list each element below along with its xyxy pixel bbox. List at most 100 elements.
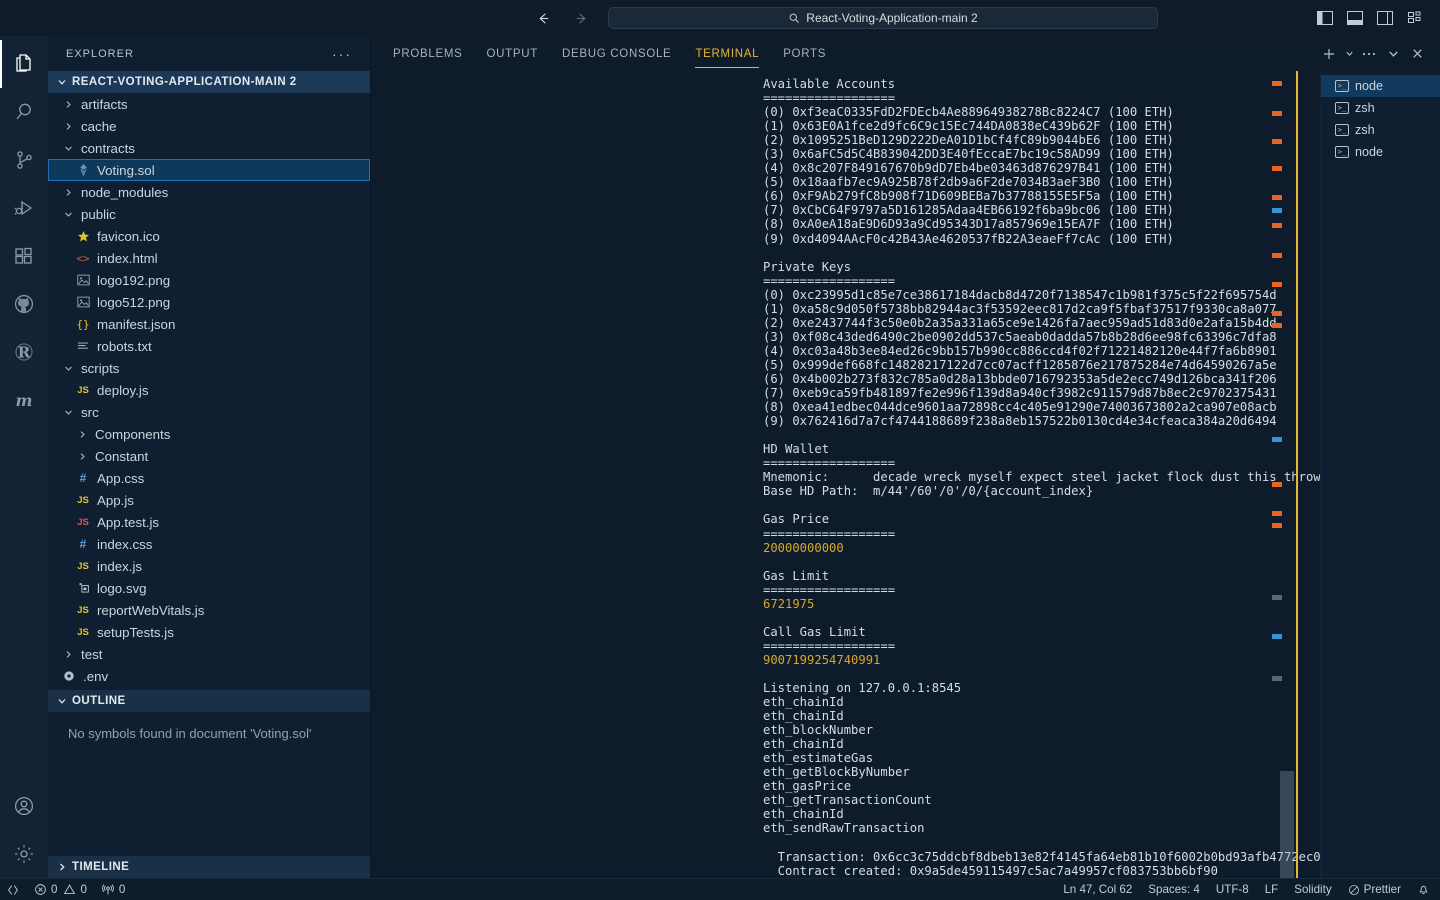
- chevron-down-icon: [56, 695, 68, 707]
- panel-tab-ports[interactable]: PORTS: [771, 36, 838, 71]
- tree-item-label: contracts: [81, 140, 135, 156]
- outline-section-header[interactable]: OUTLINE: [48, 690, 370, 712]
- notifications-bell-icon[interactable]: [1417, 883, 1430, 896]
- vscode-window: React-Voting-Application-main 2 R m EXPL…: [0, 0, 1440, 900]
- panel-tab-debug-console[interactable]: DEBUG CONSOLE: [550, 36, 683, 71]
- terminal-line: eth_gasPrice: [763, 779, 852, 794]
- terminal-viewport[interactable]: Available Accounts ================== (0) …: [371, 71, 1320, 878]
- terminal-scrollbar-thumb[interactable]: [1280, 771, 1294, 878]
- terminal-list-item-node[interactable]: >_ node: [1321, 75, 1440, 97]
- tree-file-deploy-js[interactable]: JS deploy.js: [48, 379, 370, 401]
- sidebar-item-run-and-debug[interactable]: [0, 184, 48, 232]
- status-prettier[interactable]: Prettier: [1348, 883, 1401, 896]
- sidebar-item-source-control[interactable]: [0, 136, 48, 184]
- terminal-list-item-zsh[interactable]: >_ zsh: [1321, 119, 1440, 141]
- image-icon: [74, 296, 92, 308]
- status-cursor-position[interactable]: Ln 47, Col 62: [1063, 883, 1132, 896]
- accounts-button[interactable]: [0, 782, 48, 830]
- status-indentation[interactable]: Spaces: 4: [1148, 883, 1200, 896]
- terminal-line: (4) 0x8c207F849167670b9dD7Eb4be03463d876…: [763, 161, 1174, 176]
- tree-item-label: App.css: [97, 470, 145, 486]
- terminal-list-item-node[interactable]: >_ node: [1321, 141, 1440, 163]
- tree-file-reportwebvitals-js[interactable]: JS reportWebVitals.js: [48, 599, 370, 621]
- terminal-line: eth_blockNumber: [763, 723, 874, 738]
- tree-folder-test[interactable]: test: [48, 643, 370, 665]
- panel-more-actions-ellipsis-icon[interactable]: [1358, 42, 1380, 66]
- tree-file-app-js[interactable]: JS App.js: [48, 489, 370, 511]
- terminal-line: (1) 0xa58c9d050f5738bb82944ac3f53592eec8…: [763, 301, 1277, 316]
- outline-empty-message: No symbols found in document 'Voting.sol…: [48, 712, 370, 856]
- tree-item-label: logo.svg: [97, 580, 147, 596]
- terminal-line: ==================: [763, 582, 896, 597]
- arrow-left-icon[interactable]: [532, 7, 554, 29]
- new-terminal-button[interactable]: [1318, 42, 1340, 66]
- tree-file-voting-sol[interactable]: Voting.sol: [48, 159, 370, 181]
- hide-panel-chevron-down-icon[interactable]: [1382, 42, 1404, 66]
- gear-icon: [60, 670, 78, 682]
- panel-tab-problems[interactable]: PROBLEMS: [381, 36, 475, 71]
- status-problems-errors[interactable]: 0: [34, 883, 57, 896]
- panel-tab-terminal[interactable]: TERMINAL: [683, 36, 771, 71]
- terminal-line: (5) 0x18aafb7ec9A925B78f2db9a6F2de7034B3…: [763, 175, 1174, 190]
- chevron-down-icon: [60, 143, 76, 154]
- terminal-list-item-zsh[interactable]: >_ zsh: [1321, 97, 1440, 119]
- terminal-scrollbar[interactable]: [1280, 71, 1294, 878]
- tree-file-index-css[interactable]: # index.css: [48, 533, 370, 555]
- tree-file-app-css[interactable]: # App.css: [48, 467, 370, 489]
- sidebar-item-explorer[interactable]: [0, 40, 48, 88]
- tree-file-logo192-png[interactable]: logo192.png: [48, 269, 370, 291]
- tree-item-label: deploy.js: [97, 382, 149, 398]
- customize-layout-icon[interactable]: [1406, 9, 1424, 27]
- explorer-more-actions-button[interactable]: ···: [332, 46, 352, 62]
- tree-file--env[interactable]: .env: [48, 665, 370, 687]
- tree-folder-scripts[interactable]: scripts: [48, 357, 370, 379]
- tree-file-favicon-ico[interactable]: favicon.ico: [48, 225, 370, 247]
- sidebar-item-search[interactable]: [0, 88, 48, 136]
- sidebar-item-remote-explorer[interactable]: R: [0, 328, 48, 376]
- tree-file-manifest-json[interactable]: {} manifest.json: [48, 313, 370, 335]
- sidebar-item-github[interactable]: [0, 280, 48, 328]
- status-encoding[interactable]: UTF-8: [1216, 883, 1249, 896]
- status-eol[interactable]: LF: [1265, 883, 1279, 896]
- arrow-right-icon[interactable]: [570, 7, 592, 29]
- tree-file-index-html[interactable]: <> index.html: [48, 247, 370, 269]
- close-panel-close-icon[interactable]: [1406, 42, 1428, 66]
- command-center-search[interactable]: React-Voting-Application-main 2: [608, 7, 1158, 29]
- tree-file-setuptests-js[interactable]: JS setupTests.js: [48, 621, 370, 643]
- sidebar-item-marketplace[interactable]: m: [0, 376, 48, 424]
- tree-folder-contracts[interactable]: contracts: [48, 137, 370, 159]
- tree-file-app-test-js[interactable]: JS App.test.js: [48, 511, 370, 533]
- explorer-header: EXPLORER ···: [48, 36, 370, 71]
- tree-file-logo512-png[interactable]: logo512.png: [48, 291, 370, 313]
- tree-item-label: robots.txt: [97, 338, 152, 354]
- tree-folder-constant[interactable]: Constant: [48, 445, 370, 467]
- tree-folder-cache[interactable]: cache: [48, 115, 370, 137]
- tree-folder-node-modules[interactable]: node_modules: [48, 181, 370, 203]
- toggle-primary-sidebar-icon[interactable]: [1316, 9, 1334, 27]
- tree-folder-artifacts[interactable]: artifacts: [48, 93, 370, 115]
- panel-tab-output[interactable]: OUTPUT: [475, 36, 550, 71]
- status-ports-forwarded[interactable]: 0: [101, 883, 125, 897]
- status-language-mode[interactable]: Solidity: [1294, 883, 1331, 896]
- chevron-right-icon: [74, 429, 90, 440]
- terminal-line: eth_chainId: [763, 695, 844, 710]
- toggle-secondary-sidebar-icon[interactable]: [1376, 9, 1394, 27]
- remote-window-icon[interactable]: [6, 883, 20, 897]
- timeline-section-header[interactable]: TIMELINE: [48, 856, 370, 878]
- tree-file-index-js[interactable]: JS index.js: [48, 555, 370, 577]
- tree-file-robots-txt[interactable]: robots.txt: [48, 335, 370, 357]
- settings-gear-icon[interactable]: [0, 830, 48, 878]
- tree-folder-public[interactable]: public: [48, 203, 370, 225]
- tree-folder-components[interactable]: Components: [48, 423, 370, 445]
- terminal-line: 9007199254740991: [763, 652, 881, 667]
- tree-folder-src[interactable]: src: [48, 401, 370, 423]
- status-problems-warnings[interactable]: 0: [63, 883, 87, 896]
- tree-file-logo-svg[interactable]: logo.svg: [48, 577, 370, 599]
- terminal-profile-chevron-down-icon[interactable]: [1342, 42, 1356, 66]
- sidebar-item-extensions[interactable]: [0, 232, 48, 280]
- terminal-line: (9) 0x762416d7a7cf4744188689f238a8eb1575…: [763, 414, 1277, 429]
- toggle-panel-icon[interactable]: [1346, 9, 1364, 27]
- json-icon: {}: [76, 317, 90, 331]
- workspace-folder-header[interactable]: REACT-VOTING-APPLICATION-MAIN 2: [48, 71, 370, 93]
